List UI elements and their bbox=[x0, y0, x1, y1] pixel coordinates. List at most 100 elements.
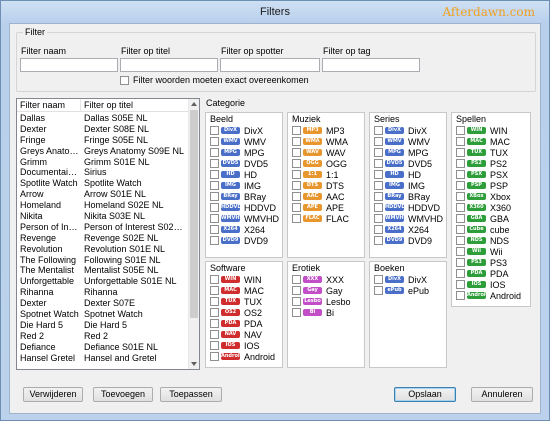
category-checkbox[interactable] bbox=[210, 225, 219, 234]
category-checkbox[interactable] bbox=[210, 297, 219, 306]
table-row[interactable]: Unforgettable Unforgettable S01E NL bbox=[17, 276, 189, 287]
add-button[interactable]: Toevoegen bbox=[93, 387, 153, 402]
category-checkbox[interactable] bbox=[292, 148, 301, 157]
category-checkbox[interactable] bbox=[210, 148, 219, 157]
scroll-down-icon[interactable] bbox=[191, 362, 197, 366]
apply-button[interactable]: Toepassen bbox=[160, 387, 222, 402]
table-row[interactable]: Revenge Revenge S02E NL bbox=[17, 233, 189, 244]
filter-spotter-input[interactable] bbox=[220, 58, 320, 72]
category-checkbox[interactable] bbox=[210, 308, 219, 317]
category-checkbox[interactable] bbox=[210, 352, 219, 361]
category-checkbox[interactable] bbox=[210, 214, 219, 223]
table-row[interactable]: Rihanna Rihanna bbox=[17, 287, 189, 298]
table-row[interactable]: Documentaire Siri... Sirius bbox=[17, 167, 189, 178]
exact-match-checkbox[interactable] bbox=[120, 76, 129, 85]
table-row[interactable]: Dexter Dexter S08E NL bbox=[17, 124, 189, 135]
category-checkbox[interactable] bbox=[292, 308, 301, 317]
category-checkbox[interactable] bbox=[374, 170, 383, 179]
column-header-name[interactable]: Filter naam bbox=[20, 100, 65, 111]
category-checkbox[interactable] bbox=[210, 170, 219, 179]
category-checkbox[interactable] bbox=[374, 192, 383, 201]
category-checkbox[interactable] bbox=[456, 258, 465, 267]
filter-name-input[interactable] bbox=[20, 58, 118, 72]
filter-tag-input[interactable] bbox=[322, 58, 420, 72]
category-checkbox[interactable] bbox=[210, 236, 219, 245]
filter-title-input[interactable] bbox=[120, 58, 218, 72]
list-scrollbar[interactable] bbox=[188, 99, 199, 369]
table-row[interactable]: The Following Following S01E NL bbox=[17, 255, 189, 266]
table-row[interactable]: Dallas Dallas S05E NL bbox=[17, 113, 189, 124]
table-row[interactable]: Grimm Grimm S01E NL bbox=[17, 157, 189, 168]
category-checkbox[interactable] bbox=[292, 192, 301, 201]
category-checkbox[interactable] bbox=[374, 214, 383, 223]
category-checkbox[interactable] bbox=[210, 126, 219, 135]
category-checkbox[interactable] bbox=[456, 236, 465, 245]
table-row[interactable]: Spotlite Watch Spotlite Watch bbox=[17, 178, 189, 189]
category-checkbox[interactable] bbox=[292, 137, 301, 146]
category-checkbox[interactable] bbox=[374, 137, 383, 146]
category-checkbox[interactable] bbox=[292, 126, 301, 135]
table-row[interactable]: The Mentalist Mentalist S05E NL bbox=[17, 265, 189, 276]
table-row[interactable]: Person of Interest Person of Interest S02… bbox=[17, 222, 189, 233]
table-row[interactable]: Homeland Homeland S02E NL bbox=[17, 200, 189, 211]
category-checkbox[interactable] bbox=[210, 203, 219, 212]
category-checkbox[interactable] bbox=[210, 192, 219, 201]
category-checkbox[interactable] bbox=[456, 280, 465, 289]
category-checkbox[interactable] bbox=[292, 275, 301, 284]
table-row[interactable]: Die Hard 5 Die Hard 5 bbox=[17, 320, 189, 331]
category-checkbox[interactable] bbox=[456, 126, 465, 135]
category-checkbox[interactable] bbox=[374, 159, 383, 168]
scroll-up-icon[interactable] bbox=[191, 102, 197, 106]
category-checkbox[interactable] bbox=[374, 126, 383, 135]
category-checkbox[interactable] bbox=[374, 181, 383, 190]
table-row[interactable]: Nikita Nikita S03E NL bbox=[17, 211, 189, 222]
table-row[interactable]: Dexter Dexter S07E bbox=[17, 298, 189, 309]
category-checkbox[interactable] bbox=[292, 159, 301, 168]
cancel-button[interactable]: Annuleren bbox=[471, 387, 533, 402]
category-checkbox[interactable] bbox=[456, 291, 465, 300]
column-header-title[interactable]: Filter op titel bbox=[84, 100, 133, 111]
category-checkbox[interactable] bbox=[374, 203, 383, 212]
table-row[interactable]: Greys Anatomy Greys Anatomy S09E NL bbox=[17, 146, 189, 157]
category-checkbox[interactable] bbox=[292, 181, 301, 190]
category-checkbox[interactable] bbox=[210, 137, 219, 146]
category-checkbox[interactable] bbox=[292, 214, 301, 223]
category-checkbox[interactable] bbox=[210, 286, 219, 295]
remove-button[interactable]: Verwijderen bbox=[23, 387, 83, 402]
category-checkbox[interactable] bbox=[456, 269, 465, 278]
table-row[interactable]: Red 2 Red 2 bbox=[17, 331, 189, 342]
category-checkbox[interactable] bbox=[292, 297, 301, 306]
category-checkbox[interactable] bbox=[210, 181, 219, 190]
table-row[interactable]: Revolution Revolution S01E NL bbox=[17, 244, 189, 255]
category-checkbox[interactable] bbox=[210, 159, 219, 168]
category-checkbox[interactable] bbox=[210, 319, 219, 328]
category-checkbox[interactable] bbox=[456, 247, 465, 256]
table-row[interactable]: Arrow Arrow S01E NL bbox=[17, 189, 189, 200]
category-checkbox[interactable] bbox=[374, 236, 383, 245]
category-checkbox[interactable] bbox=[456, 148, 465, 157]
category-checkbox[interactable] bbox=[374, 286, 383, 295]
category-checkbox[interactable] bbox=[456, 192, 465, 201]
category-checkbox[interactable] bbox=[374, 275, 383, 284]
category-checkbox[interactable] bbox=[456, 225, 465, 234]
table-row[interactable]: Spotnet Watch Spotnet Watch bbox=[17, 309, 189, 320]
category-checkbox[interactable] bbox=[292, 286, 301, 295]
category-checkbox[interactable] bbox=[456, 159, 465, 168]
save-button[interactable]: Opslaan bbox=[394, 387, 456, 402]
category-checkbox[interactable] bbox=[292, 203, 301, 212]
category-checkbox[interactable] bbox=[456, 214, 465, 223]
table-row[interactable]: Fringe Fringe S05E NL bbox=[17, 135, 189, 146]
category-checkbox[interactable] bbox=[210, 341, 219, 350]
category-checkbox[interactable] bbox=[456, 203, 465, 212]
filter-list[interactable]: Filter naam Filter op titel Dallas Dallas… bbox=[16, 98, 200, 370]
scroll-thumb[interactable] bbox=[190, 110, 198, 318]
category-checkbox[interactable] bbox=[374, 225, 383, 234]
category-checkbox[interactable] bbox=[374, 148, 383, 157]
category-checkbox[interactable] bbox=[292, 170, 301, 179]
category-checkbox[interactable] bbox=[456, 170, 465, 179]
category-checkbox[interactable] bbox=[210, 330, 219, 339]
category-checkbox[interactable] bbox=[456, 137, 465, 146]
category-checkbox[interactable] bbox=[456, 181, 465, 190]
category-checkbox[interactable] bbox=[210, 275, 219, 284]
table-row[interactable]: Hansel Gretel Hansel and Gretel bbox=[17, 353, 189, 364]
